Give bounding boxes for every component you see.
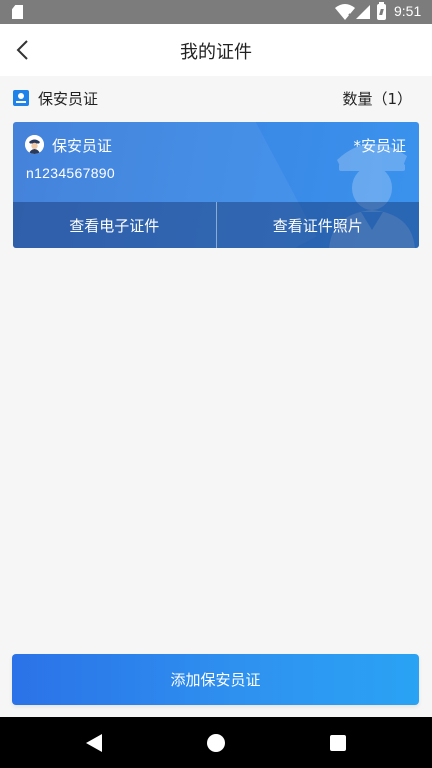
guard-avatar-icon	[25, 135, 44, 154]
sd-card-icon	[12, 5, 23, 19]
page-title: 我的证件	[180, 42, 252, 63]
card-tag: *安员证	[353, 137, 406, 155]
nav-recent-icon[interactable]	[330, 735, 346, 751]
certificate-card[interactable]: 保安员证 *安员证 n1234567890 查看电子证件 查看证件照片	[13, 122, 419, 248]
card-title: 保安员证	[52, 137, 113, 155]
nav-back-icon[interactable]	[86, 734, 102, 752]
certificate-count: 数量（1）	[342, 90, 412, 108]
section-header: 保安员证 数量（1）	[0, 76, 432, 120]
system-navigation-bar	[0, 717, 432, 768]
id-badge-icon	[13, 90, 29, 106]
title-bar: 我的证件	[0, 24, 432, 76]
status-bar: 9:51	[0, 0, 432, 24]
view-certificate-photo-button[interactable]: 查看证件照片	[217, 202, 420, 248]
wifi-icon	[335, 4, 355, 20]
add-certificate-button[interactable]: 添加保安员证	[12, 654, 419, 705]
nav-home-icon[interactable]	[207, 734, 225, 752]
card-actions: 查看电子证件 查看证件照片	[13, 202, 419, 248]
certificate-number: n1234567890	[26, 165, 115, 181]
signal-icon	[356, 5, 370, 19]
battery-icon	[377, 2, 386, 20]
view-electronic-certificate-button[interactable]: 查看电子证件	[13, 202, 216, 248]
section-title: 保安员证	[38, 90, 99, 108]
status-time: 9:51	[394, 3, 422, 19]
